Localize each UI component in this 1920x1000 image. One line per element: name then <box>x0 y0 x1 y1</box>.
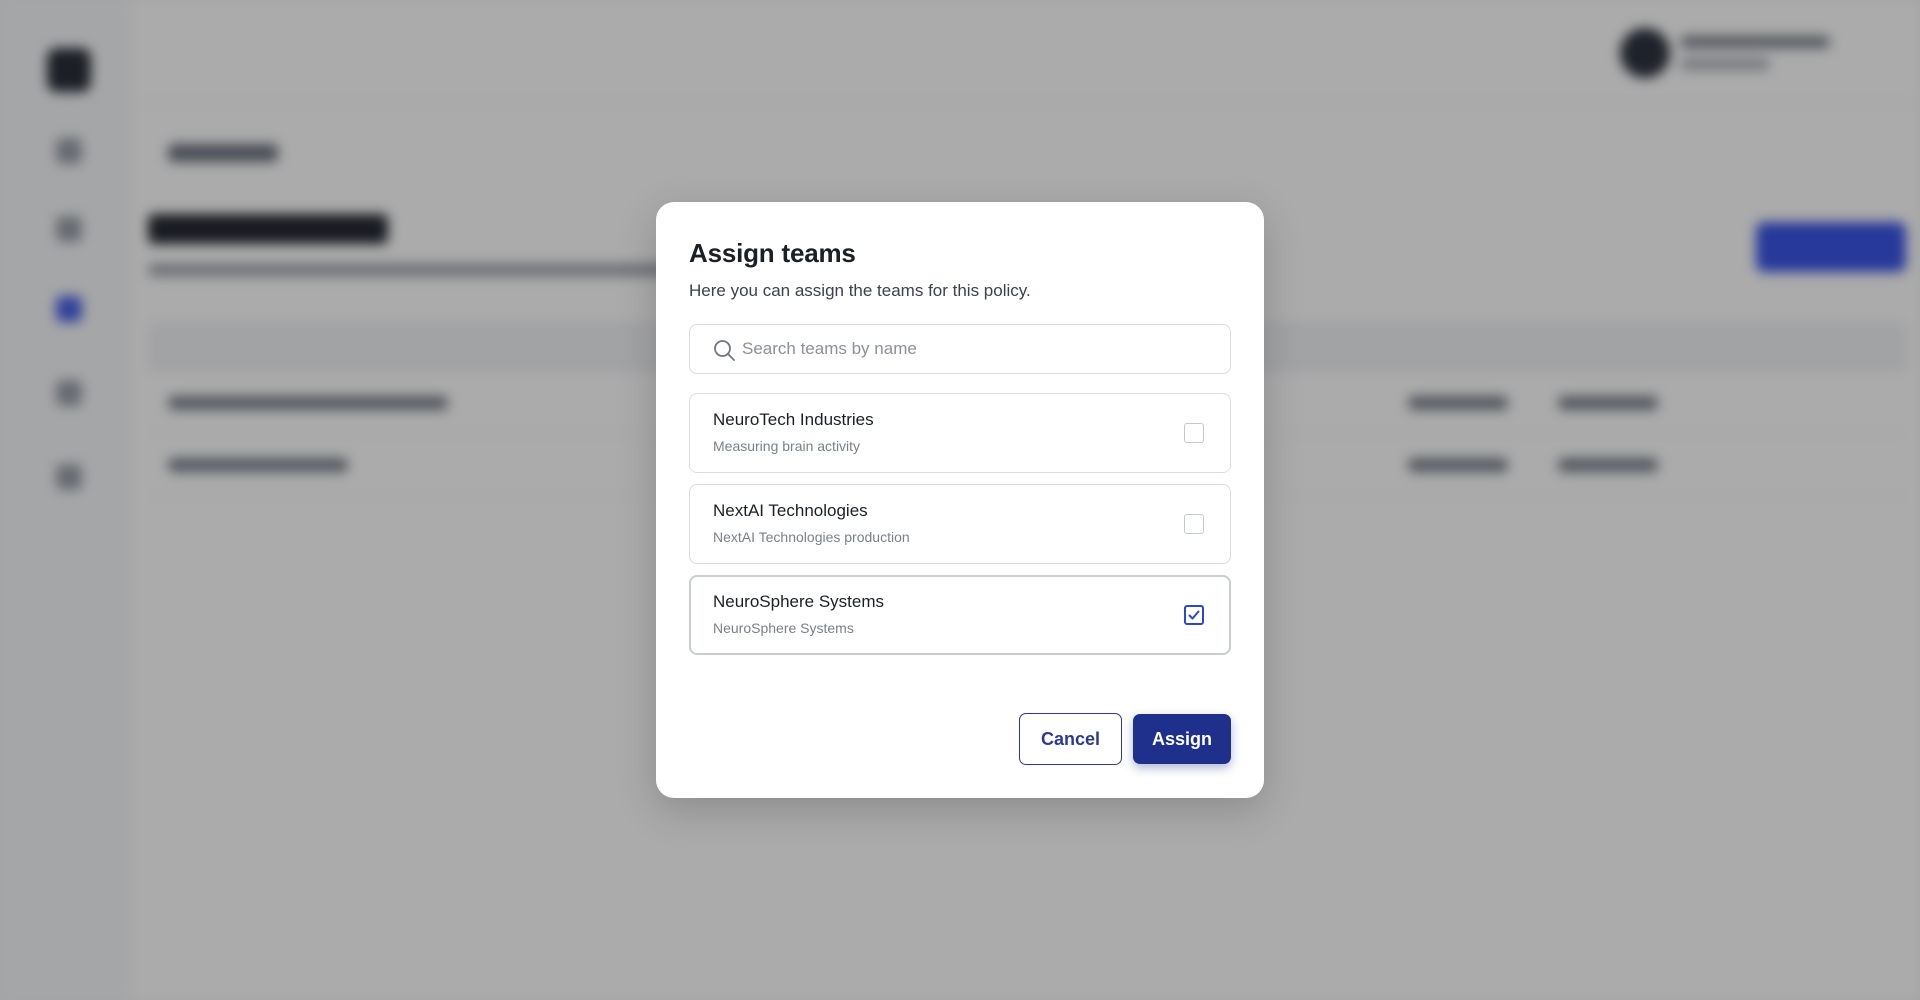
team-name: NextAI Technologies <box>713 501 868 520</box>
team-option-neurosphere-systems[interactable]: NeuroSphere Systems NeuroSphere Systems <box>689 575 1231 655</box>
team-description: NextAI Technologies production <box>713 529 910 545</box>
team-name: NeuroSphere Systems <box>713 592 885 611</box>
team-option-neurotech-industries[interactable]: NeuroTech Industries Measuring brain act… <box>689 393 1231 473</box>
search-input[interactable] <box>742 325 1222 373</box>
team-option-nextai-technologies[interactable]: NextAI Technologies NextAI Technologies … <box>689 484 1231 564</box>
search-icon <box>714 340 735 361</box>
assign-button[interactable]: Assign <box>1133 714 1231 764</box>
modal-description: Here you can assign the teams for this p… <box>689 281 1031 300</box>
team-description: Measuring brain activity <box>713 438 861 454</box>
team-checkbox-checked[interactable] <box>1184 605 1204 625</box>
assign-teams-modal: Assign teams Here you can assign the tea… <box>656 202 1264 798</box>
team-checkbox[interactable] <box>1184 423 1204 443</box>
team-name: NeuroTech Industries <box>713 410 874 429</box>
checkmark-icon <box>1188 610 1200 620</box>
team-description: NeuroSphere Systems <box>713 620 854 636</box>
team-checkbox[interactable] <box>1184 514 1204 534</box>
team-search-field[interactable] <box>689 324 1231 374</box>
cancel-button[interactable]: Cancel <box>1019 713 1122 765</box>
modal-title: Assign teams <box>689 238 856 268</box>
